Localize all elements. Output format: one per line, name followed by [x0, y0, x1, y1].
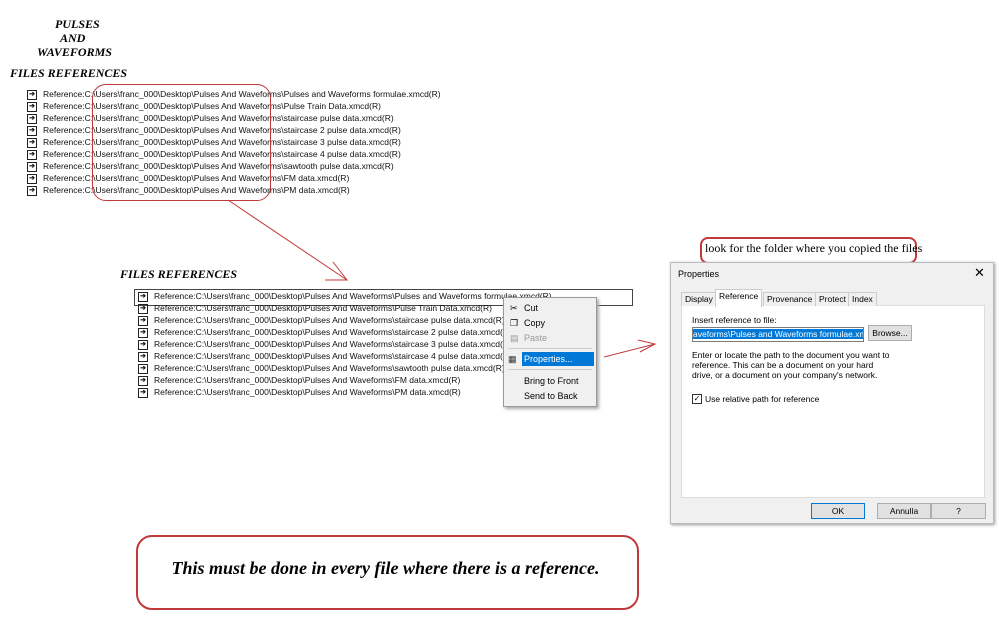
properties-dialog: Properties ✕ Display Reference Provenanc… [670, 262, 994, 524]
menu-item-copy[interactable]: ❐ Copy [506, 316, 594, 330]
menu-item-cut[interactable]: ✂ Cut [506, 301, 594, 315]
arrow-right-box-icon: ➔ [138, 375, 148, 386]
help-button[interactable]: ? [931, 503, 986, 519]
reference-path-input[interactable]: aveforms\Pulses and Waveforms formulae.x… [692, 327, 864, 342]
footer-note: This must be done in every file where th… [171, 558, 600, 578]
menu-separator [508, 348, 592, 349]
copy-icon: ❐ [510, 318, 519, 328]
browse-button[interactable]: Browse... [868, 325, 912, 341]
arrow-right-box-icon: ➔ [138, 327, 148, 338]
properties-icon: ▦ [508, 354, 517, 364]
reference-row[interactable]: ➔ Reference:C:\Users\franc_000\Desktop\Pu… [138, 374, 460, 386]
tab-protect[interactable]: Protect [815, 292, 850, 306]
reference-text: Reference:C:\Users\franc_000\Desktop\Pul… [154, 303, 492, 313]
relative-path-checkbox[interactable]: ✓ [692, 394, 702, 404]
arrow-right-box-icon: ➔ [138, 339, 148, 350]
reference-row[interactable]: ➔ Reference:C:\Users\franc_000\Desktop\Pu… [138, 326, 512, 338]
reference-text: Reference:C:\Users\franc_000\Desktop\Pul… [154, 315, 505, 325]
reference-row[interactable]: ➔ Reference:C:\Users\franc_000\Desktop\Pu… [138, 350, 512, 362]
reference-row[interactable]: ➔ Reference:C:\Users\franc_000\Desktop\Pu… [138, 362, 505, 374]
tab-provenance[interactable]: Provenance [763, 292, 817, 306]
reference-row[interactable]: ➔ Reference:C:\Users\franc_000\Desktop\Pu… [138, 314, 505, 326]
reference-text: Reference:C:\Users\franc_000\Desktop\Pul… [154, 351, 512, 361]
folder-note: look for the folder where you copied the… [705, 241, 923, 255]
reference-text: Reference:C:\Users\franc_000\Desktop\Pul… [154, 363, 505, 373]
reference-text: Reference:C:\Users\franc_000\Desktop\Pul… [154, 291, 552, 301]
ok-button[interactable]: OK [811, 503, 865, 519]
tab-display[interactable]: Display [681, 292, 717, 306]
paste-icon: ▤ [510, 333, 519, 343]
reference-text: Reference:C:\Users\franc_000\Desktop\Pul… [154, 327, 512, 337]
cancel-button[interactable]: Annulla [877, 503, 931, 519]
arrow-right-box-icon: ➔ [138, 315, 148, 326]
arrow-right-box-icon: ➔ [138, 303, 148, 314]
menu-separator [508, 369, 592, 370]
reference-text: Reference:C:\Users\franc_000\Desktop\Pul… [154, 375, 461, 385]
arrow-right-box-icon: ➔ [138, 387, 148, 398]
arrow-right-box-icon: ➔ [138, 363, 148, 374]
arrow-down [227, 199, 348, 281]
reference-row[interactable]: ➔ Reference:C:\Users\franc_000\Desktop\Pu… [138, 302, 492, 314]
field-label: Insert reference to file: [692, 315, 777, 325]
tab-reference[interactable]: Reference [715, 289, 763, 307]
reference-text: Reference:C:\Users\franc_000\Desktop\Pul… [154, 387, 461, 397]
tab-index[interactable]: Index [848, 292, 877, 306]
scissors-icon: ✂ [510, 303, 518, 313]
reference-row[interactable]: ➔ Reference:C:\Users\franc_000\Desktop\Pu… [138, 290, 552, 302]
menu-item-properties[interactable]: ▦ Properties... [508, 352, 594, 366]
arrow-right-box-icon: ➔ [138, 291, 148, 302]
menu-item-paste[interactable]: ▤ Paste [506, 331, 594, 345]
reference-row[interactable]: ➔ Reference:C:\Users\franc_000\Desktop\Pu… [138, 338, 512, 350]
menu-item-send-to-back[interactable]: Send to Back [506, 389, 594, 403]
dialog-title: Properties [678, 269, 720, 279]
checkbox-label: Use relative path for reference [705, 394, 820, 404]
close-icon[interactable]: ✕ [974, 265, 985, 281]
section-heading-copy: FILES REFERENCES [120, 267, 238, 281]
dialog-description: Enter or locate the path to the document… [692, 350, 890, 380]
reference-row[interactable]: ➔ Reference:C:\Users\franc_000\Desktop\Pu… [138, 386, 461, 398]
arrow-right-box-icon: ➔ [138, 351, 148, 362]
menu-item-bring-to-front[interactable]: Bring to Front [506, 374, 594, 388]
arrow-right [603, 343, 656, 358]
reference-text: Reference:C:\Users\franc_000\Desktop\Pul… [154, 339, 512, 349]
context-menu: ✂ Cut ❐ Copy ▤ Paste ▦ Properties... Bring t… [503, 297, 597, 407]
